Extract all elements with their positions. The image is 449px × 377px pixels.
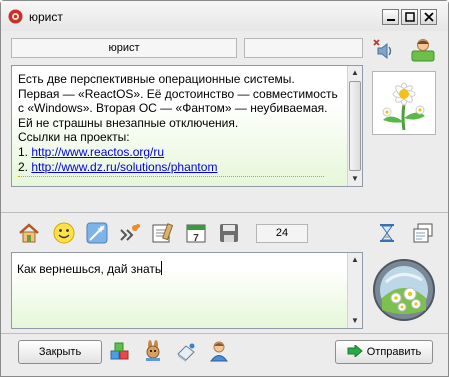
scroll-up-arrow[interactable]: ▲ xyxy=(348,253,362,267)
history-icon[interactable] xyxy=(412,222,434,244)
close-icon xyxy=(423,12,434,22)
maximize-button[interactable] xyxy=(401,9,418,25)
home-icon[interactable] xyxy=(18,222,40,244)
message-line: Есть две перспективные операционные сист… xyxy=(18,72,295,86)
globe-daisy-avatar-icon xyxy=(373,259,435,321)
chat-scrollbar[interactable]: ▲ ▼ xyxy=(347,66,362,186)
input-value: Как вернешься, дай знать xyxy=(17,262,162,276)
contact-icon[interactable] xyxy=(208,340,230,362)
bottom-divider xyxy=(1,333,448,334)
scroll-down-arrow[interactable]: ▼ xyxy=(348,172,362,186)
bunny-icon[interactable] xyxy=(142,340,164,362)
contact-avatar xyxy=(372,71,436,135)
chat-window: юрист юрист Есть две перспективные опера… xyxy=(0,0,449,377)
message-separator xyxy=(18,176,324,177)
contact-status-field xyxy=(244,38,363,58)
message-line: Ссылки на проекты: xyxy=(18,130,130,145)
toolbar-divider xyxy=(1,212,448,213)
smiley-icon[interactable] xyxy=(53,222,75,244)
window-title: юрист xyxy=(29,10,63,24)
input-text: Как вернешься, дай знать xyxy=(17,261,163,276)
own-avatar xyxy=(372,258,436,322)
daisy-avatar-icon xyxy=(373,72,435,134)
sparkle-icon[interactable] xyxy=(86,222,108,244)
scroll-up-arrow[interactable]: ▲ xyxy=(348,66,362,80)
app-flower-icon xyxy=(8,9,23,24)
title-bar: юрист xyxy=(1,1,448,31)
message-counter: 24 xyxy=(256,224,308,243)
save-icon[interactable] xyxy=(218,222,240,244)
maximize-icon xyxy=(404,12,415,22)
message-line: Первая — «ReactOS». Её достоинство — сов… xyxy=(18,86,338,101)
hourglass-icon[interactable] xyxy=(376,222,398,244)
close-window-button[interactable] xyxy=(420,9,437,25)
send-button-label: Отправить xyxy=(366,346,422,358)
message-text: Есть две перспективные операционные сист… xyxy=(18,72,344,174)
scroll-down-arrow[interactable]: ▼ xyxy=(348,314,362,328)
send-arrow-icon xyxy=(347,343,363,359)
speaker-mute-icon[interactable] xyxy=(372,38,396,62)
phantom-link[interactable]: http://www.dz.ru/solutions/phantom xyxy=(31,160,217,174)
forward-icon[interactable] xyxy=(119,222,141,244)
send-button[interactable]: Отправить xyxy=(335,340,433,364)
minimize-button[interactable] xyxy=(382,9,399,25)
eraser-icon[interactable] xyxy=(175,340,197,362)
message-line: с «Windows». Вторая ОС — «Фантом» — неуб… xyxy=(18,101,328,116)
minimize-icon xyxy=(386,19,395,21)
scroll-thumb[interactable] xyxy=(349,81,361,171)
calendar-icon[interactable]: 7 xyxy=(185,222,207,244)
contact-name-field: юрист xyxy=(11,38,237,58)
reactos-link[interactable]: http://www.reactos.org/ru xyxy=(31,145,164,159)
link-number: 1. xyxy=(18,144,32,159)
link-line-1: 1. http://www.reactos.org/ru xyxy=(18,145,344,160)
message-line: Ей не страшны внезапные отключения. xyxy=(18,115,239,130)
cubes-icon[interactable] xyxy=(109,340,131,362)
message-input[interactable]: Как вернешься, дай знать ▲ ▼ xyxy=(11,252,363,329)
close-chat-button[interactable]: Закрыть xyxy=(18,340,102,364)
svg-text:7: 7 xyxy=(193,233,199,244)
notes-icon[interactable] xyxy=(151,222,173,244)
text-caret xyxy=(161,261,163,275)
chat-history[interactable]: Есть две перспективные операционные сист… xyxy=(11,65,363,187)
user-profile-icon[interactable] xyxy=(410,37,436,63)
link-line-2: 2. http://www.dz.ru/solutions/phantom xyxy=(18,160,344,175)
input-scrollbar[interactable]: ▲ ▼ xyxy=(347,253,362,328)
link-number: 2. xyxy=(18,159,32,174)
